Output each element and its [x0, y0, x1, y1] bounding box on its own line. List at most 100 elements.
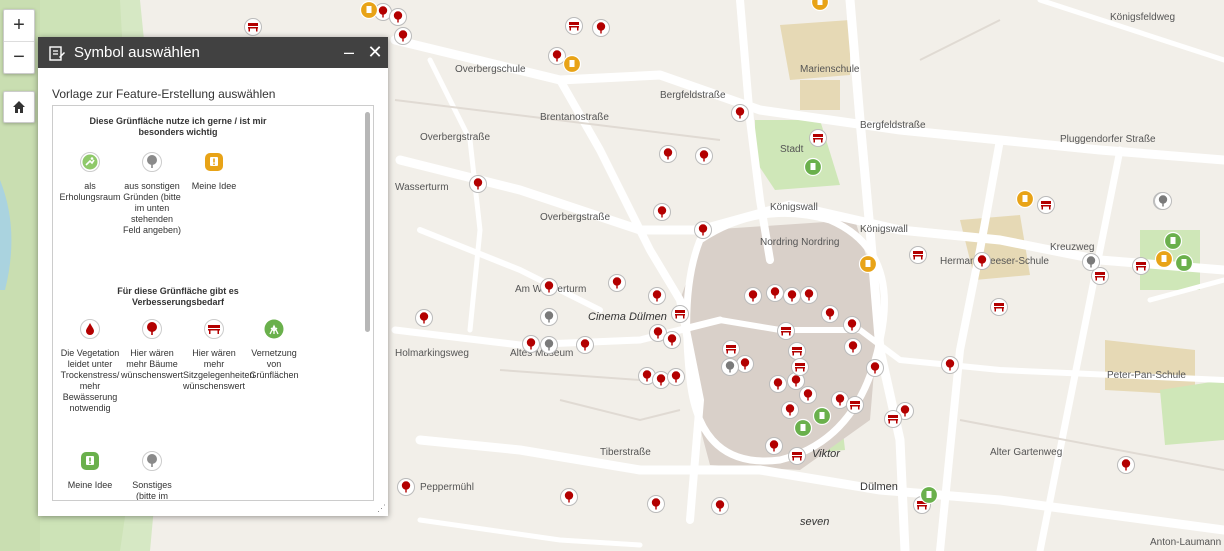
- tree-marker[interactable]: [973, 252, 991, 270]
- bench-marker[interactable]: [244, 18, 262, 36]
- tree-marker[interactable]: [736, 355, 754, 373]
- green-idea-marker[interactable]: [1163, 231, 1183, 251]
- tree-marker[interactable]: [522, 335, 540, 353]
- idea-marker[interactable]: [359, 0, 379, 20]
- green-idea-marker[interactable]: [793, 418, 813, 438]
- zoom-out-button[interactable]: −: [4, 41, 34, 73]
- green-idea-marker[interactable]: [919, 485, 939, 505]
- tree-marker[interactable]: [844, 338, 862, 356]
- tree-marker[interactable]: [1082, 253, 1100, 271]
- bench-marker[interactable]: [846, 396, 864, 414]
- tree-marker[interactable]: [397, 478, 415, 496]
- bench-marker[interactable]: [788, 342, 806, 360]
- tree-marker[interactable]: [821, 305, 839, 323]
- tree-marker[interactable]: [781, 401, 799, 419]
- tree-marker[interactable]: [653, 203, 671, 221]
- template-trockenstress[interactable]: Die Vegetation leidet unter Trockenstres…: [59, 319, 121, 414]
- map-label: Nordring Nordring: [760, 237, 839, 248]
- tree-marker[interactable]: [769, 375, 787, 393]
- tree-marker[interactable]: [695, 147, 713, 165]
- map-label: Viktor: [812, 448, 841, 460]
- tree-marker[interactable]: [540, 278, 558, 296]
- zoom-in-button[interactable]: +: [4, 10, 34, 41]
- tree-marker[interactable]: [766, 284, 784, 302]
- tree-marker[interactable]: [667, 368, 685, 386]
- bench-marker[interactable]: [722, 340, 740, 358]
- map-label: Holmarkingsweg: [395, 348, 469, 359]
- tree-icon: [142, 451, 162, 471]
- tree-marker[interactable]: [731, 104, 749, 122]
- bench-marker[interactable]: [791, 358, 809, 376]
- tree-marker[interactable]: [765, 437, 783, 455]
- bench-marker[interactable]: [788, 447, 806, 465]
- tree-marker[interactable]: [576, 336, 594, 354]
- tree-marker[interactable]: [540, 308, 558, 326]
- idea-marker[interactable]: [858, 254, 878, 274]
- template-sitzgelegenheiten[interactable]: Hier wären mehr Sitzgelegenheiten wünsch…: [183, 319, 255, 392]
- bench-marker[interactable]: [1132, 257, 1150, 275]
- tree-marker[interactable]: [560, 488, 578, 506]
- tree-marker[interactable]: [608, 274, 626, 292]
- tree-marker[interactable]: [721, 358, 739, 376]
- template-label: als Erholungsraum: [59, 181, 121, 202]
- tree-marker[interactable]: [694, 221, 712, 239]
- template-vernetzung[interactable]: Vernetzung von Grünflächen: [243, 319, 305, 381]
- tree-marker[interactable]: [592, 19, 610, 37]
- template-erholungsraum[interactable]: als Erholungsraum: [59, 152, 121, 203]
- tree-marker[interactable]: [415, 309, 433, 327]
- tree-marker[interactable]: [389, 8, 407, 26]
- bench-marker[interactable]: [809, 129, 827, 147]
- tree-marker[interactable]: [1154, 192, 1172, 210]
- tree-marker[interactable]: [394, 27, 412, 45]
- tree-marker[interactable]: [800, 286, 818, 304]
- tree-marker[interactable]: [866, 359, 884, 377]
- panel-header: Symbol auswählen – ✕: [38, 37, 388, 68]
- map-label: Peter-Pan-Schule: [1107, 370, 1186, 381]
- bench-marker[interactable]: [990, 298, 1008, 316]
- template-sonstige-gruende[interactable]: aus sonstigen Gründen (bitte im unten st…: [121, 152, 183, 236]
- idea-marker[interactable]: [562, 54, 582, 74]
- tree-marker[interactable]: [941, 356, 959, 374]
- template-meine-idee-2[interactable]: Meine Idee: [59, 451, 121, 491]
- tree-marker[interactable]: [469, 175, 487, 193]
- template-meine-idee[interactable]: Meine Idee: [183, 152, 245, 192]
- bench-marker[interactable]: [671, 305, 689, 323]
- idea-icon: [205, 153, 223, 171]
- tree-marker[interactable]: [783, 287, 801, 305]
- idea-marker[interactable]: [1015, 189, 1035, 209]
- tree-marker[interactable]: [711, 497, 729, 515]
- tree-marker[interactable]: [659, 145, 677, 163]
- home-button[interactable]: [3, 91, 35, 123]
- tree-marker[interactable]: [540, 336, 558, 354]
- green-idea-marker[interactable]: [803, 157, 823, 177]
- map-label: Königswall: [770, 202, 818, 213]
- bench-marker[interactable]: [884, 410, 902, 428]
- green-idea-marker[interactable]: [812, 406, 832, 426]
- template-mehr-baeume[interactable]: Hier wären mehr Bäume wünschenswert: [121, 319, 183, 381]
- tree-marker[interactable]: [647, 495, 665, 513]
- bench-marker[interactable]: [909, 246, 927, 264]
- idea-marker[interactable]: [1154, 249, 1174, 269]
- tree-marker[interactable]: [831, 391, 849, 409]
- tree-marker[interactable]: [799, 386, 817, 404]
- bench-marker[interactable]: [1037, 196, 1055, 214]
- tree-marker[interactable]: [1117, 456, 1135, 474]
- map-label: Pluggendorfer Straße: [1060, 134, 1156, 145]
- tree-marker[interactable]: [744, 287, 762, 305]
- tree-marker[interactable]: [652, 371, 670, 389]
- bench-marker[interactable]: [565, 17, 583, 35]
- template-list[interactable]: Diese Grünfläche nutze ich gerne / ist m…: [52, 105, 374, 501]
- map-label: Overbergstraße: [540, 212, 610, 223]
- bench-marker[interactable]: [777, 322, 795, 340]
- tree-marker[interactable]: [648, 287, 666, 305]
- resize-handle[interactable]: ⋰: [377, 503, 386, 514]
- minimize-button[interactable]: –: [336, 42, 362, 63]
- zoom-control: + −: [3, 9, 35, 74]
- close-button[interactable]: ✕: [362, 42, 388, 63]
- green-idea-marker[interactable]: [1174, 253, 1194, 273]
- tree-marker[interactable]: [663, 331, 681, 349]
- scrollbar-thumb[interactable]: [365, 112, 370, 332]
- template-sonstiges[interactable]: Sonstiges (bitte im: [121, 451, 183, 500]
- tree-marker[interactable]: [843, 316, 861, 334]
- tree-marker[interactable]: [548, 47, 566, 65]
